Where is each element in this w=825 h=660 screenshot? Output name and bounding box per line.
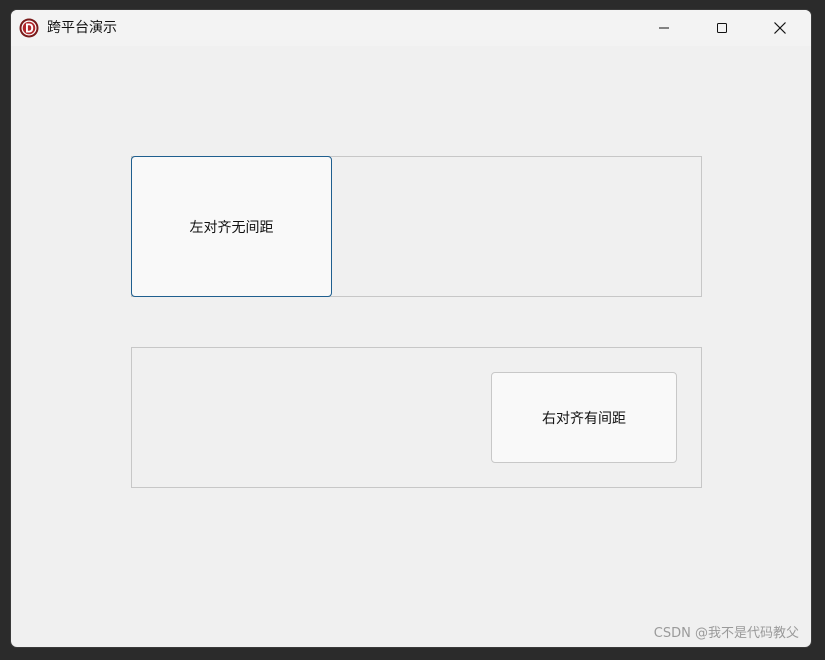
delphi-logo-icon <box>19 18 39 38</box>
close-icon <box>774 22 786 34</box>
maximize-icon <box>717 23 727 33</box>
watermark-text: CSDN @我不是代码教父 <box>653 626 799 641</box>
title-bar[interactable]: 跨平台演示 <box>11 10 811 46</box>
minimize-icon <box>659 27 669 29</box>
left-aligned-button-label: 左对齐无间距 <box>189 219 274 236</box>
maximize-button[interactable] <box>699 10 745 46</box>
right-aligned-with-spacing-button[interactable]: 右对齐有间距 <box>491 372 677 463</box>
app-window: 跨平台演示 左对齐无间距 右对齐有间距 CSDN @我不是代码教父 <box>11 10 811 647</box>
right-aligned-button-label: 右对齐有间距 <box>542 410 626 427</box>
close-button[interactable] <box>757 10 803 46</box>
minimize-button[interactable] <box>641 10 687 46</box>
window-title: 跨平台演示 <box>47 20 117 36</box>
left-aligned-no-spacing-button[interactable]: 左对齐无间距 <box>131 156 332 297</box>
